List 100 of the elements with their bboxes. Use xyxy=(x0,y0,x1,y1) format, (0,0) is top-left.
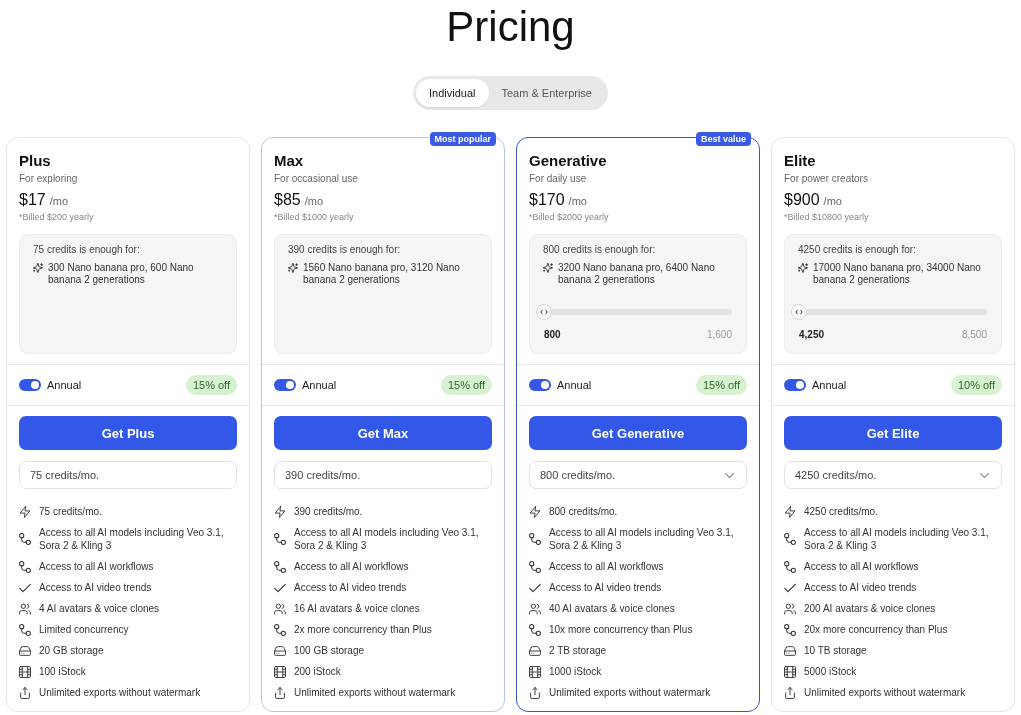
feature-text: 10 TB storage xyxy=(804,644,867,657)
plan-name: Plus xyxy=(19,151,52,171)
nodes-icon xyxy=(19,560,31,573)
toggle-label: Annual xyxy=(47,379,82,391)
price-amount: $900 xyxy=(784,190,820,210)
page-title: Pricing xyxy=(446,6,575,48)
slider-max: 1,600 xyxy=(706,328,732,341)
price-amount: $17 xyxy=(19,190,46,210)
feature-text: Access to AI video trends xyxy=(804,581,917,594)
feature-text: Access to AI video trends xyxy=(549,581,662,594)
toggle-switch[interactable] xyxy=(274,379,296,391)
sparkles-icon xyxy=(543,263,553,273)
segment-tab[interactable]: Team & Enterprise xyxy=(488,79,605,107)
feature-text: 20 GB storage xyxy=(39,644,104,657)
feature-text: 800 credits/mo. xyxy=(549,505,618,518)
feature-text: Access to all AI models including Veo 3.1, Sora 2 & Kling 3 xyxy=(39,526,225,552)
check-icon xyxy=(19,581,31,594)
credits-select[interactable]: 75 credits/mo. xyxy=(19,461,237,489)
credits-select[interactable]: 800 credits/mo. xyxy=(529,461,747,489)
feature-text: Unlimited exports without watermark xyxy=(549,686,711,699)
subscribe-button[interactable]: Get Max xyxy=(274,416,492,450)
subscribe-button[interactable]: Get Elite xyxy=(784,416,1002,450)
feature-text: Limited concurrency xyxy=(39,623,129,636)
price-period: /mo xyxy=(49,195,69,207)
slider-thumb[interactable] xyxy=(791,304,807,320)
bolt-icon xyxy=(19,505,31,518)
check-icon xyxy=(784,581,796,594)
feature-text: Access to all AI workflows xyxy=(804,560,919,573)
plan-name: Generative xyxy=(529,151,608,171)
upload-icon xyxy=(19,686,31,699)
feature-text: 100 iStock xyxy=(39,665,86,678)
slider-max: 8,500 xyxy=(961,328,987,341)
check-icon xyxy=(274,581,286,594)
price-amount: $170 xyxy=(529,190,565,210)
slider-value: 4,250 xyxy=(799,328,825,341)
feature-text: Unlimited exports without watermark xyxy=(294,686,456,699)
credits-select[interactable]: 4250 credits/mo. xyxy=(784,461,1002,489)
discount-tag: 15% off xyxy=(185,375,237,395)
credits-example: 1560 Nano banana pro, 3120 Nano banana 2 generations xyxy=(303,262,461,286)
credits-summary: 75 credits is enough for: xyxy=(33,243,141,256)
slider-track[interactable] xyxy=(807,309,987,315)
plan-tagline: For exploring xyxy=(19,172,79,185)
price-period: /mo xyxy=(568,195,587,207)
upload-icon xyxy=(274,686,286,699)
billing-note: *Billed $200 yearly xyxy=(19,211,95,223)
feature-text: Access to AI video trends xyxy=(294,581,407,594)
nodes-icon xyxy=(274,533,286,545)
toggle-switch[interactable] xyxy=(529,379,551,391)
slider-track[interactable] xyxy=(552,309,732,315)
feature-text: 200 AI avatars & voice clones xyxy=(804,602,936,615)
segment-tab[interactable]: Individual xyxy=(416,79,489,107)
users-icon xyxy=(19,602,31,615)
sparkles-icon xyxy=(798,263,808,273)
credits-summary: 800 credits is enough for: xyxy=(543,243,657,256)
discount-tag: 10% off xyxy=(950,375,1002,395)
hard-drive-icon xyxy=(784,644,796,657)
nodes-icon xyxy=(784,533,796,545)
nodes-icon xyxy=(784,560,796,573)
subscribe-button[interactable]: Get Generative xyxy=(529,416,747,450)
feature-text: Access to all AI workflows xyxy=(294,560,409,573)
feature-text: 2x more concurrency than Plus xyxy=(294,623,432,636)
plan-name: Max xyxy=(274,151,305,171)
subscribe-button[interactable]: Get Plus xyxy=(19,416,237,450)
feature-text: 1000 iStock xyxy=(549,665,602,678)
credits-summary: 4250 credits is enough for: xyxy=(798,243,917,256)
credits-example: 17000 Nano banana pro, 34000 Nano banana 2 generations xyxy=(813,262,982,286)
feature-text: Access to all AI workflows xyxy=(549,560,664,573)
nodes-icon xyxy=(529,533,541,545)
feature-text: Unlimited exports without watermark xyxy=(804,686,966,699)
feature-text: 390 credits/mo. xyxy=(294,505,363,518)
credits-example: 3200 Nano banana pro, 6400 Nano banana 2 generations xyxy=(558,262,716,286)
users-icon xyxy=(274,602,286,615)
check-icon xyxy=(529,581,541,594)
feature-text: 16 AI avatars & voice clones xyxy=(294,602,420,615)
film-icon xyxy=(274,665,286,678)
slider-thumb[interactable] xyxy=(536,304,552,320)
highlight-badge: Best value xyxy=(695,132,751,146)
price-period: /mo xyxy=(823,195,842,207)
feature-text: Access to all AI models including Veo 3.1, Sora 2 & Kling 3 xyxy=(804,526,990,552)
bolt-icon xyxy=(274,505,286,518)
upload-icon xyxy=(784,686,796,699)
users-icon xyxy=(784,602,796,615)
nodes-icon xyxy=(274,560,286,573)
credits-select[interactable]: 390 credits/mo. xyxy=(274,461,492,489)
feature-text: Access to all AI workflows xyxy=(39,560,154,573)
chevron-down-icon xyxy=(725,472,734,478)
toggle-switch[interactable] xyxy=(19,379,41,391)
billing-note: *Billed $2000 yearly xyxy=(529,211,610,223)
plan-tagline: For daily use xyxy=(529,172,588,185)
toggle-switch[interactable] xyxy=(784,379,806,391)
nodes-icon xyxy=(19,623,31,636)
price-amount: $85 xyxy=(274,190,301,210)
upload-icon xyxy=(529,686,541,699)
plan-tagline: For occasional use xyxy=(274,172,359,185)
feature-text: 4250 credits/mo. xyxy=(804,505,878,518)
users-icon xyxy=(529,602,541,615)
feature-text: Access to all AI models including Veo 3.1, Sora 2 & Kling 3 xyxy=(294,526,480,552)
feature-text: 2 TB storage xyxy=(549,644,607,657)
credits-summary: 390 credits is enough for: xyxy=(288,243,402,256)
nodes-icon xyxy=(19,533,31,545)
